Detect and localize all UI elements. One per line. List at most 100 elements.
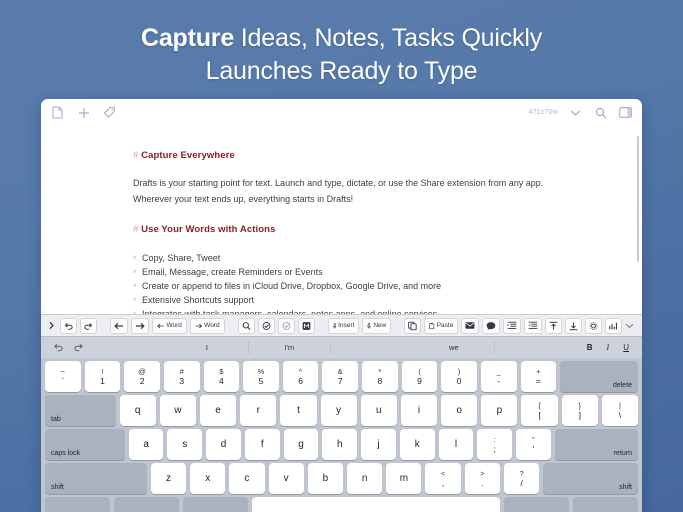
chevron-down-icon[interactable]: [568, 105, 583, 120]
key-tab[interactable]: tab: [45, 395, 116, 426]
key-r[interactable]: r: [240, 395, 277, 426]
redo-arrow-icon[interactable]: [74, 339, 84, 357]
key-f[interactable]: f: [244, 429, 280, 460]
checked-button[interactable]: [277, 317, 295, 334]
undo-arrow-icon[interactable]: [53, 339, 63, 357]
key-backtick[interactable]: ~ `: [45, 361, 81, 392]
redo-button[interactable]: [80, 317, 98, 334]
key-comma[interactable]: <,: [425, 463, 461, 494]
search-button[interactable]: [237, 317, 255, 334]
underline-button[interactable]: U: [623, 343, 629, 352]
expand-chevron-icon[interactable]: [46, 318, 57, 334]
key-b[interactable]: b: [307, 463, 344, 494]
key-1[interactable]: ! 1: [84, 361, 121, 392]
key-5[interactable]: % 5: [243, 361, 279, 392]
key-equals[interactable]: + =: [520, 361, 557, 392]
key-c[interactable]: c: [229, 463, 265, 494]
cursor-right-button[interactable]: [131, 317, 150, 334]
key-6[interactable]: ^ 6: [282, 361, 319, 392]
key-minus[interactable]: _ -: [480, 361, 517, 392]
plus-icon[interactable]: [76, 105, 91, 120]
key-dismiss-keyboard[interactable]: [572, 497, 638, 512]
key-g[interactable]: g: [283, 429, 319, 460]
key-shift-left[interactable]: shift: [45, 463, 147, 494]
word-right-button[interactable]: Word: [189, 317, 225, 334]
key-delete[interactable]: delete: [560, 361, 639, 392]
key-m[interactable]: m: [386, 463, 422, 494]
key-j[interactable]: j: [361, 429, 396, 460]
italic-button[interactable]: I: [607, 343, 610, 352]
stats-button[interactable]: [604, 317, 622, 334]
key-0[interactable]: ) 0: [441, 361, 477, 392]
key-semicolon[interactable]: :;: [477, 429, 513, 460]
key-shift-right[interactable]: shift: [543, 463, 638, 494]
key-bracket-right[interactable]: }]: [561, 395, 598, 426]
key-y[interactable]: y: [320, 395, 357, 426]
sidebar-icon[interactable]: [618, 105, 633, 120]
suggestion-item[interactable]: we: [413, 341, 496, 354]
scrollbar[interactable]: [637, 136, 639, 262]
key-u[interactable]: u: [360, 395, 397, 426]
key-return[interactable]: return: [554, 429, 639, 460]
document-icon[interactable]: [50, 105, 65, 120]
markdown-button[interactable]: [297, 317, 315, 334]
key-t[interactable]: t: [280, 395, 317, 426]
key-3[interactable]: #3: [163, 361, 200, 392]
word-left-button[interactable]: Word: [152, 317, 187, 334]
key-option-right[interactable]: [503, 497, 569, 512]
search-icon[interactable]: [593, 105, 608, 120]
insert-button[interactable]: Insert: [327, 317, 360, 334]
key-option[interactable]: [183, 497, 249, 512]
key-n[interactable]: n: [347, 463, 383, 494]
key-v[interactable]: v: [268, 463, 304, 494]
key-slash[interactable]: ? /: [503, 463, 540, 494]
key-p[interactable]: p: [481, 395, 518, 426]
key-7[interactable]: & 7: [322, 361, 358, 392]
key-a[interactable]: a: [128, 429, 164, 460]
key-e[interactable]: e: [199, 395, 237, 426]
key-i[interactable]: i: [400, 395, 438, 426]
key-bracket-left[interactable]: {[: [521, 395, 558, 426]
new-label: New: [373, 322, 387, 329]
undo-button[interactable]: [60, 317, 78, 334]
document-area[interactable]: # Capture Everywhere Drafts is your star…: [41, 126, 642, 314]
indent-button[interactable]: [503, 317, 522, 334]
paste-button[interactable]: Paste: [424, 317, 459, 334]
key-x[interactable]: x: [190, 463, 226, 494]
move-up-button[interactable]: [544, 317, 562, 334]
checkbox-button[interactable]: [257, 317, 275, 334]
gear-icon[interactable]: [584, 317, 602, 334]
key-caps-lock[interactable]: caps lock: [45, 429, 125, 460]
key-k[interactable]: k: [399, 429, 435, 460]
key-control[interactable]: [114, 497, 180, 512]
key-9[interactable]: (9: [401, 361, 438, 392]
key-w[interactable]: w: [159, 395, 196, 426]
suggestion-item[interactable]: I: [166, 341, 249, 354]
key-q[interactable]: q: [119, 395, 156, 426]
mail-button[interactable]: [461, 317, 480, 334]
key-s[interactable]: s: [167, 429, 203, 460]
key-o[interactable]: o: [441, 395, 478, 426]
key-h[interactable]: h: [322, 429, 358, 460]
key-quote[interactable]: " ': [516, 429, 551, 460]
key-d[interactable]: d: [206, 429, 241, 460]
key-period[interactable]: >.: [464, 463, 500, 494]
key-globe[interactable]: [45, 497, 111, 512]
key-2[interactable]: @2: [124, 361, 160, 392]
bold-button[interactable]: B: [587, 343, 593, 352]
outdent-button[interactable]: [524, 317, 542, 334]
key-8[interactable]: * 8: [362, 361, 398, 392]
copy-button[interactable]: [404, 317, 422, 334]
message-button[interactable]: [482, 317, 501, 334]
tag-icon[interactable]: [102, 105, 117, 120]
key-l[interactable]: l: [438, 429, 474, 460]
move-down-button[interactable]: [564, 317, 582, 334]
cursor-left-button[interactable]: [110, 317, 129, 334]
collapse-toolbar-chevron-icon[interactable]: [625, 323, 634, 329]
new-button[interactable]: New: [362, 317, 392, 334]
key-z[interactable]: z: [150, 463, 187, 494]
suggestion-item[interactable]: I'm: [249, 341, 331, 354]
key-backslash[interactable]: | \: [601, 395, 639, 426]
key-4[interactable]: $4: [203, 361, 240, 392]
key-space[interactable]: [252, 497, 500, 512]
